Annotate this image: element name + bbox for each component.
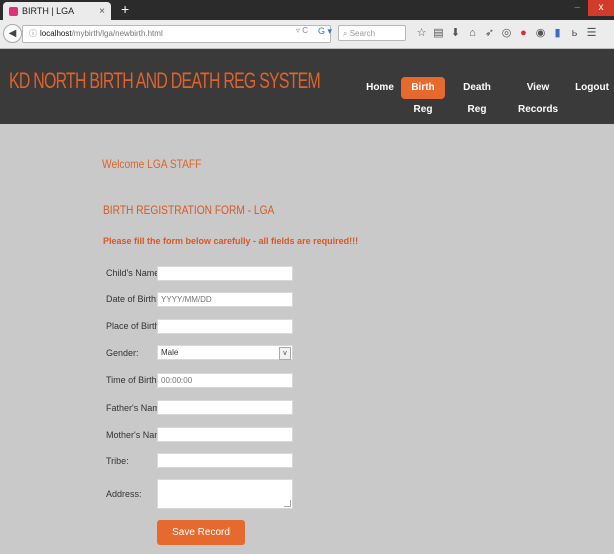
search-icon: ⌕ (343, 29, 350, 38)
resize-grip-icon[interactable] (284, 500, 291, 507)
search-placeholder: Search (349, 29, 376, 38)
form-note: Please fill the form below carefully - a… (103, 236, 359, 246)
address-label: Address: (106, 489, 142, 499)
browser-toolbar: ◀ ⓘ localhost/mybirth/lga/newbirth.html ▿… (0, 20, 614, 49)
dob-label: Date of Birth: (106, 294, 159, 304)
child-name-input[interactable] (157, 266, 293, 281)
gender-selected-value: Male (161, 348, 179, 357)
time-of-birth-label: Time of Birth: (106, 375, 160, 385)
save-record-button[interactable]: Save Record (157, 520, 245, 545)
tribe-label: Tribe: (106, 456, 129, 466)
nav-view-records[interactable]: View Records (509, 77, 567, 115)
browser-tab-bar: BIRTH | LGA × + – x (0, 0, 614, 20)
browser-tab[interactable]: BIRTH | LGA × (3, 2, 111, 20)
nav-home[interactable]: Home (363, 77, 397, 99)
address-textarea[interactable] (157, 479, 293, 509)
gender-select[interactable]: Male v (157, 345, 293, 360)
father-name-input[interactable] (157, 400, 293, 415)
site-favicon-icon (9, 6, 18, 16)
window-close-button[interactable]: x (588, 0, 614, 16)
welcome-heading: Welcome LGA STAFF (102, 157, 202, 171)
reading-list-icon[interactable]: ▤ (433, 25, 444, 41)
url-host: localhost (40, 29, 72, 38)
minimize-icon[interactable]: – (574, 2, 580, 13)
place-of-birth-label: Place of Birth: (106, 321, 163, 331)
send-icon[interactable]: ➶ (484, 25, 495, 41)
toolbar-icons: ☆ ▤ ⬇ ⌂ ➶ ◎ ● ◉ ▮ ь ☰ (416, 25, 597, 41)
pocket-icon[interactable]: ◎ (501, 25, 512, 41)
place-of-birth-input[interactable] (157, 319, 293, 334)
nav-logout[interactable]: Logout (574, 77, 610, 99)
tab-close-icon[interactable]: × (99, 6, 105, 17)
address-bar[interactable]: ⓘ localhost/mybirth/lga/newbirth.html (22, 25, 331, 43)
home-icon[interactable]: ⌂ (467, 25, 478, 41)
search-input[interactable]: ⌕ Search (338, 25, 406, 41)
tribe-input[interactable] (157, 453, 293, 468)
addon-icon[interactable]: ▮ (552, 25, 563, 41)
extension-icon[interactable]: ● (518, 25, 529, 41)
search-engine-icon[interactable]: G ▾ (318, 26, 333, 38)
nav-birth-reg[interactable]: Birth Reg (401, 77, 445, 115)
back-arrow-icon[interactable]: ◀ (3, 24, 22, 43)
dropdown-arrow-icon[interactable]: v (279, 347, 291, 360)
download-icon[interactable]: ⬇ (450, 25, 461, 41)
form-title: BIRTH REGISTRATION FORM - LGA (103, 203, 275, 217)
info-icon: ⓘ (29, 29, 37, 38)
sync-icon[interactable]: ◉ (535, 25, 546, 41)
site-header: KD NORTH BIRTH AND DEATH REG SYSTEM Home… (0, 49, 614, 124)
menu-icon[interactable]: ☰ (586, 25, 597, 41)
reload-icon[interactable]: ▿ C (296, 26, 308, 35)
bookmark-star-icon[interactable]: ☆ (416, 25, 427, 41)
dob-input[interactable] (157, 292, 293, 307)
gender-label: Gender: (106, 348, 139, 358)
child-name-label: Child's Name: (106, 268, 162, 278)
tab-title: BIRTH | LGA (22, 6, 75, 16)
nav-death-reg[interactable]: Death Reg (454, 77, 500, 115)
url-path: /mybirth/lga/newbirth.html (71, 29, 163, 38)
mother-name-input[interactable] (157, 427, 293, 442)
new-tab-button[interactable]: + (121, 1, 129, 17)
extension-b-icon[interactable]: ь (569, 25, 580, 41)
time-of-birth-input[interactable] (157, 373, 293, 388)
site-title: KD NORTH BIRTH AND DEATH REG SYSTEM (9, 68, 321, 93)
